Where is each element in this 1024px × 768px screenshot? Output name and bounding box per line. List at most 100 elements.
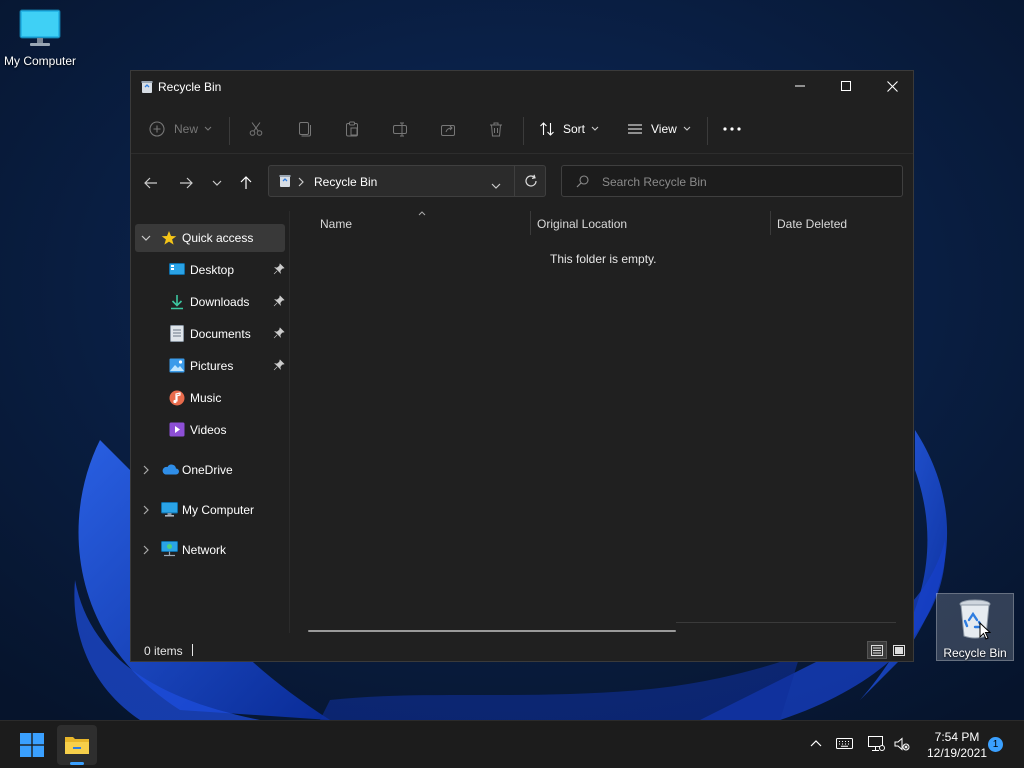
breadcrumb-recycle-bin[interactable]: Recycle Bin [314, 175, 377, 189]
sort-button[interactable]: Sort [539, 117, 599, 141]
nav-quick-access[interactable]: Quick access [135, 224, 285, 252]
details-view-icon [871, 644, 883, 656]
desktop-icon-recycle-bin[interactable]: Recycle Bin [936, 593, 1014, 661]
network-status-icon[interactable] [868, 736, 885, 752]
address-dropdown-button[interactable] [491, 178, 501, 192]
document-icon [170, 325, 184, 342]
copy-button[interactable] [296, 117, 312, 141]
nav-downloads[interactable]: Downloads [135, 288, 285, 316]
title-bar[interactable]: Recycle Bin [131, 71, 913, 103]
close-icon [886, 80, 898, 92]
nav-my-computer[interactable]: My Computer [135, 496, 285, 524]
maximize-icon [841, 81, 851, 91]
nav-label: Downloads [190, 295, 250, 309]
column-divider[interactable] [530, 211, 531, 235]
toolbar-separator [707, 117, 708, 145]
cut-button[interactable] [248, 117, 264, 141]
recycle-bin-icon [937, 598, 1013, 643]
nav-network[interactable]: Network [135, 536, 285, 564]
window-title: Recycle Bin [158, 80, 222, 94]
column-header-date-deleted[interactable]: Date Deleted [777, 217, 847, 231]
rename-button[interactable] [392, 117, 408, 141]
more-options-button[interactable] [723, 117, 741, 141]
music-icon [169, 390, 185, 406]
rename-icon [393, 122, 407, 137]
column-header-name[interactable]: Name [320, 217, 352, 231]
details-view-button[interactable] [867, 641, 887, 659]
horizontal-scrollbar[interactable] [308, 630, 676, 632]
pin-icon [273, 359, 285, 371]
item-count: 0 items [144, 644, 183, 658]
recycle-bin-icon [141, 80, 153, 97]
ellipsis-icon [723, 127, 741, 131]
desktop-icon-my-computer[interactable]: My Computer [0, 8, 80, 68]
list-view-icon [628, 124, 642, 134]
chevron-down-icon [204, 126, 212, 131]
nav-label: Desktop [190, 263, 235, 277]
scissors-icon [249, 122, 263, 136]
close-button[interactable] [869, 71, 915, 101]
copy-icon [299, 122, 311, 137]
show-hidden-icons-chevron-icon[interactable] [810, 739, 822, 747]
chevron-right-icon [143, 505, 149, 515]
desktop-icon-label: My Computer [3, 54, 77, 68]
view-label: View [651, 122, 677, 136]
recent-locations-button[interactable] [205, 171, 229, 195]
up-button[interactable] [234, 171, 258, 195]
chevron-down-icon [491, 183, 501, 189]
pin-icon [273, 295, 285, 307]
chevron-down-icon [683, 126, 691, 131]
clock-time: 7:54 PM [934, 730, 980, 744]
maximize-button[interactable] [823, 71, 869, 101]
active-app-indicator [70, 762, 84, 765]
nav-music[interactable]: Music [135, 384, 285, 412]
minimize-button[interactable] [777, 71, 823, 101]
start-button[interactable] [12, 725, 52, 765]
paste-button[interactable] [344, 117, 360, 141]
nav-desktop[interactable]: Desktop [135, 256, 285, 284]
taskbar-file-explorer-button[interactable] [57, 725, 97, 765]
speaker-muted-icon[interactable] [894, 736, 910, 752]
large-icons-view-button[interactable] [889, 641, 909, 659]
toolbar-separator [229, 117, 230, 145]
nav-pictures[interactable]: Pictures [135, 352, 285, 380]
search-input[interactable]: Search Recycle Bin [602, 175, 707, 189]
delete-button[interactable] [488, 117, 504, 141]
back-button[interactable] [139, 171, 163, 195]
search-box[interactable]: Search Recycle Bin [561, 165, 903, 197]
nav-label: My Computer [182, 503, 255, 517]
sort-icon [540, 122, 554, 136]
sort-label: Sort [563, 122, 586, 136]
refresh-icon [525, 174, 537, 187]
view-button[interactable]: View [627, 117, 691, 141]
refresh-button[interactable] [524, 174, 538, 191]
clock[interactable]: 7:54 PM 12/19/2021 [916, 729, 998, 761]
recycle-bin-icon [279, 174, 291, 191]
scrollbar-track [676, 622, 896, 623]
status-divider [192, 644, 193, 656]
taskbar: 7:54 PM 12/19/2021 1 [0, 720, 1024, 768]
status-bar: 0 items [131, 639, 913, 661]
column-divider[interactable] [770, 211, 771, 235]
share-button[interactable] [440, 117, 456, 141]
minimize-icon [795, 85, 805, 87]
chevron-down-icon [591, 126, 599, 131]
new-button[interactable]: New [149, 117, 212, 141]
address-separator [514, 166, 515, 196]
nav-label: Network [182, 543, 227, 557]
nav-videos[interactable]: Videos [135, 416, 285, 444]
address-bar[interactable]: Recycle Bin [268, 165, 546, 197]
forward-button[interactable] [174, 171, 198, 195]
file-explorer-window: Recycle Bin New Sort View Recycle Bin Se… [130, 70, 914, 662]
desktop-icon-label: Recycle Bin [943, 646, 1007, 660]
column-header-original-location[interactable]: Original Location [537, 217, 627, 231]
pictures-icon [169, 358, 185, 373]
new-label: New [174, 122, 199, 136]
nav-onedrive[interactable]: OneDrive [135, 456, 285, 484]
share-icon [441, 125, 455, 136]
file-list-pane: Name Original Location Date Deleted This… [290, 211, 913, 632]
nav-documents[interactable]: Documents [135, 320, 285, 348]
notification-badge[interactable]: 1 [988, 737, 1003, 752]
folder-icon [65, 737, 89, 754]
keyboard-icon[interactable] [836, 738, 853, 749]
